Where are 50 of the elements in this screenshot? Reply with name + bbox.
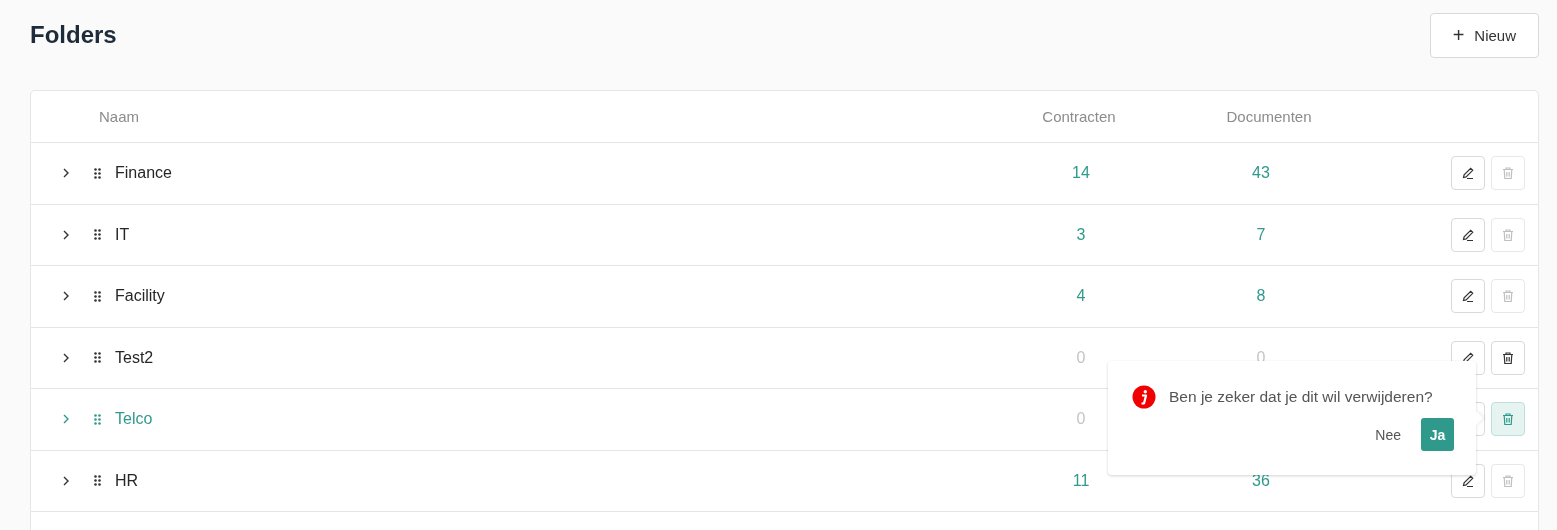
confirm-button[interactable]: Ja [1421,418,1454,451]
trash-icon [1501,166,1515,181]
page-title: Folders [30,21,117,49]
folder-name[interactable]: Telco [115,410,153,429]
drag-handle-icon [94,413,101,425]
count-link[interactable]: 3 [1076,225,1086,243]
count-link[interactable]: 0 [1076,348,1086,366]
edit-button[interactable] [1451,217,1485,252]
count-link[interactable]: 43 [1252,164,1270,182]
drag-handle-icon [94,352,101,364]
chevron-icon [62,352,70,363]
count-link[interactable]: 0 [1076,410,1086,428]
confirm-message: Ben je zeker dat je dit wil verwijderen? [1169,388,1433,406]
trash-icon [1501,473,1515,488]
drag-handle-icon [94,290,101,302]
chevron-icon [62,168,70,179]
pencil-icon [1461,473,1475,488]
column-header: Contracten [1041,108,1117,125]
trash-icon [1501,350,1515,365]
chevron-icon [62,414,70,425]
pencil-icon [1461,289,1475,304]
drag-handle-icon [94,167,101,179]
count-link[interactable]: 4 [1076,287,1086,305]
trash-icon [1501,412,1515,427]
column-header: Naam [98,108,140,125]
folder-name[interactable]: Test2 [115,348,154,367]
drag-handle-icon [94,229,101,241]
column-header: Documenten [1225,108,1313,125]
pencil-icon [1461,166,1475,181]
edit-button[interactable] [1451,279,1485,314]
folder-name[interactable]: Finance [115,164,172,183]
edit-button[interactable] [1451,156,1485,191]
drag-handle-icon [94,475,101,487]
trash-icon [1501,289,1515,304]
count-link[interactable]: 14 [1072,164,1090,182]
pencil-icon [1461,227,1475,242]
chevron-icon [62,291,70,302]
count-link[interactable]: 11 [1072,471,1090,489]
delete-button[interactable] [1491,340,1525,375]
new-button[interactable]: + Nieuw [1429,12,1539,58]
count-link[interactable]: 8 [1256,287,1266,305]
info-icon [1132,385,1156,409]
chevron-icon [62,475,70,486]
chevron-icon [62,229,70,240]
trash-icon [1501,227,1515,242]
count-link[interactable]: 7 [1256,225,1266,243]
folder-name[interactable]: IT [115,225,130,244]
cancel-button[interactable]: Nee [1375,426,1401,443]
folder-name[interactable]: Facility [115,287,165,306]
folder-name[interactable]: HR [115,471,139,490]
